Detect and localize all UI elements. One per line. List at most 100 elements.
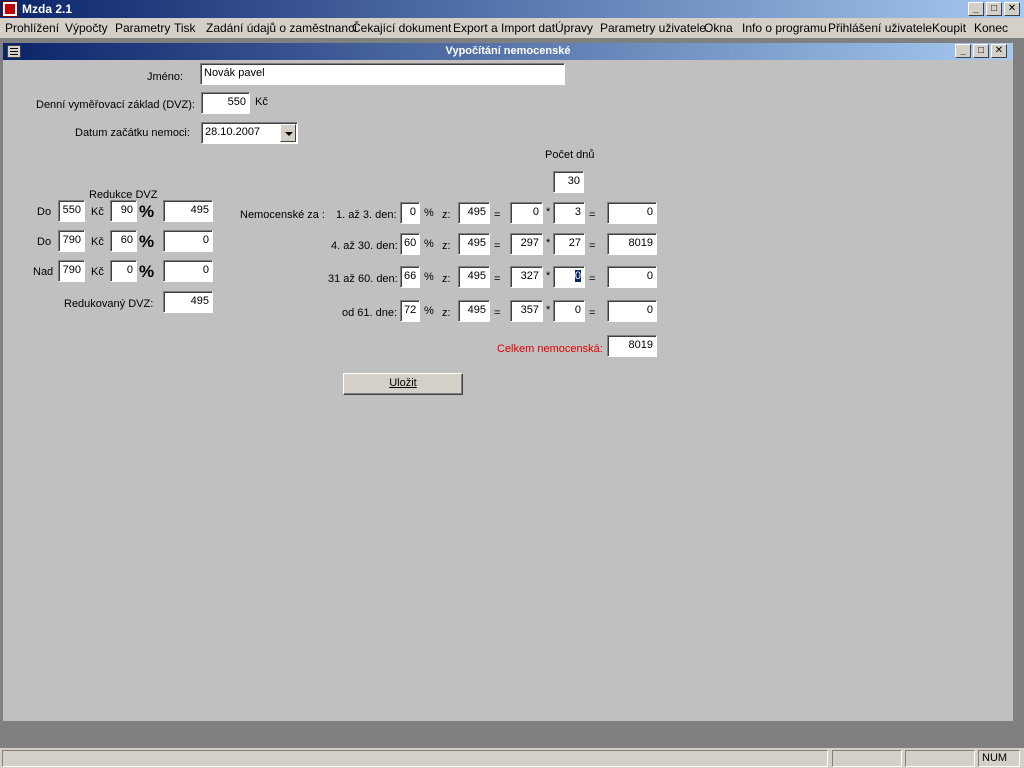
equals-sign: = bbox=[589, 273, 596, 285]
period-total[interactable]: 8019 bbox=[607, 233, 657, 255]
period-days-selected: 0 bbox=[574, 270, 581, 282]
menu-zadani[interactable]: Zadání údajů o zaměstnanci bbox=[206, 21, 357, 35]
period-days[interactable]: 3 bbox=[553, 202, 585, 224]
menu-vypocty[interactable]: Výpočty bbox=[65, 21, 108, 35]
period-base[interactable]: 495 bbox=[458, 202, 490, 224]
pocet-dnu-label: Počet dnů bbox=[545, 149, 595, 161]
menu-prihlaseni[interactable]: Přihlášení uživatele bbox=[828, 21, 932, 35]
minimize-icon[interactable]: _ bbox=[955, 44, 971, 58]
menu-konec[interactable]: Konec bbox=[974, 21, 1008, 35]
period-percent[interactable]: 66 bbox=[400, 266, 420, 288]
z-label: z: bbox=[442, 307, 451, 319]
period-rate[interactable]: 297 bbox=[510, 233, 543, 255]
reduction-percent[interactable]: 60 bbox=[110, 230, 137, 252]
reduced-dvz-field[interactable]: 495 bbox=[163, 291, 213, 313]
menubar: Prohlížení Výpočty Parametry Tisk Zadání… bbox=[0, 18, 1024, 38]
multiply-sign: * bbox=[546, 206, 551, 218]
reduction-unit: Kč bbox=[91, 236, 104, 248]
child-titlebar: Vypočítání nemocenské _ □ ✕ bbox=[3, 43, 1013, 60]
sickness-calc-window: Vypočítání nemocenské _ □ ✕ Jméno: Novák… bbox=[2, 42, 1014, 722]
period-percent[interactable]: 0 bbox=[400, 202, 420, 224]
multiply-sign: * bbox=[546, 237, 551, 249]
maximize-icon[interactable]: □ bbox=[986, 2, 1002, 16]
period-days[interactable]: 0 bbox=[553, 266, 585, 288]
menu-parametry-uzivatele[interactable]: Parametry uživatele bbox=[600, 21, 706, 35]
reduction-limit[interactable]: 790 bbox=[58, 260, 85, 282]
equals-sign: = bbox=[494, 273, 501, 285]
reduction-percent[interactable]: 90 bbox=[110, 200, 137, 222]
jmeno-field[interactable]: Novák pavel bbox=[200, 63, 565, 85]
status-panel-caps bbox=[832, 750, 902, 767]
reduction-prefix: Nad bbox=[33, 266, 54, 278]
app-titlebar: Mzda 2.1 _ □ ✕ bbox=[0, 0, 1024, 18]
percent-sign: % bbox=[139, 202, 155, 221]
z-label: z: bbox=[442, 209, 451, 221]
maximize-icon[interactable]: □ bbox=[973, 44, 989, 58]
dvz-field[interactable]: 550 bbox=[201, 92, 250, 114]
menu-info[interactable]: Info o programu bbox=[742, 21, 827, 35]
percent-sign: % bbox=[424, 271, 434, 283]
dvz-label: Denní vyměřovací základ (DVZ): bbox=[36, 99, 195, 111]
percent-sign: % bbox=[424, 238, 434, 250]
menu-prohlizeni[interactable]: Prohlížení bbox=[5, 21, 59, 35]
status-panel-main bbox=[2, 750, 828, 767]
menu-tisk[interactable]: Tisk bbox=[174, 21, 196, 35]
reduction-limit[interactable]: 790 bbox=[58, 230, 85, 252]
close-icon[interactable]: ✕ bbox=[991, 44, 1007, 58]
datum-value: 28.10.2007 bbox=[205, 126, 261, 138]
menu-parametry[interactable]: Parametry bbox=[115, 21, 170, 35]
celkem-field[interactable]: 8019 bbox=[607, 335, 657, 357]
period-base[interactable]: 495 bbox=[458, 300, 490, 322]
reduction-unit: Kč bbox=[91, 266, 104, 278]
datum-combo[interactable]: 28.10.2007 bbox=[201, 122, 298, 144]
menu-koupit[interactable]: Koupit bbox=[932, 21, 966, 35]
menu-export[interactable]: Export a Import dat bbox=[453, 21, 555, 35]
menu-upravy[interactable]: Úpravy bbox=[555, 21, 593, 35]
percent-sign: % bbox=[424, 305, 434, 317]
child-window-controls: _ □ ✕ bbox=[953, 44, 1007, 58]
reduction-limit[interactable]: 550 bbox=[58, 200, 85, 222]
reduction-result[interactable]: 0 bbox=[163, 260, 213, 282]
minimize-icon[interactable]: _ bbox=[968, 2, 984, 16]
multiply-sign: * bbox=[546, 270, 551, 282]
period-rate[interactable]: 0 bbox=[510, 202, 543, 224]
chevron-down-icon[interactable] bbox=[280, 124, 296, 142]
statusbar: NUM bbox=[0, 748, 1024, 768]
period-percent[interactable]: 72 bbox=[400, 300, 420, 322]
equals-sign: = bbox=[494, 209, 501, 221]
reduction-result[interactable]: 0 bbox=[163, 230, 213, 252]
dvz-unit: Kč bbox=[255, 96, 268, 108]
period-base[interactable]: 495 bbox=[458, 233, 490, 255]
reduction-percent[interactable]: 0 bbox=[110, 260, 137, 282]
equals-sign: = bbox=[589, 209, 596, 221]
period-percent[interactable]: 60 bbox=[400, 233, 420, 255]
period-total[interactable]: 0 bbox=[607, 300, 657, 322]
period-label: 1. až 3. den: bbox=[336, 209, 397, 221]
period-total[interactable]: 0 bbox=[607, 266, 657, 288]
z-label: z: bbox=[442, 240, 451, 252]
close-icon[interactable]: ✕ bbox=[1004, 2, 1020, 16]
save-button[interactable]: Uložit bbox=[343, 373, 463, 395]
period-days[interactable]: 27 bbox=[553, 233, 585, 255]
multiply-sign: * bbox=[546, 304, 551, 316]
pocet-dnu-field[interactable]: 30 bbox=[553, 171, 584, 193]
menu-cekajici[interactable]: Čekající dokument bbox=[352, 21, 451, 35]
celkem-label: Celkem nemocenská: bbox=[497, 343, 603, 355]
percent-sign: % bbox=[139, 262, 155, 281]
period-rate[interactable]: 327 bbox=[510, 266, 543, 288]
window-title: Vypočítání nemocenské bbox=[445, 45, 571, 57]
percent-sign: % bbox=[139, 232, 155, 251]
period-base[interactable]: 495 bbox=[458, 266, 490, 288]
datum-label: Datum začátku nemoci: bbox=[75, 127, 190, 139]
period-total[interactable]: 0 bbox=[607, 202, 657, 224]
reduction-unit: Kč bbox=[91, 206, 104, 218]
status-panel-scroll bbox=[905, 750, 975, 767]
app-icon[interactable] bbox=[2, 1, 18, 17]
menu-okna[interactable]: Okna bbox=[704, 21, 733, 35]
equals-sign: = bbox=[494, 240, 501, 252]
period-rate[interactable]: 357 bbox=[510, 300, 543, 322]
equals-sign: = bbox=[494, 307, 501, 319]
period-days[interactable]: 0 bbox=[553, 300, 585, 322]
reduction-result[interactable]: 495 bbox=[163, 200, 213, 222]
equals-sign: = bbox=[589, 240, 596, 252]
